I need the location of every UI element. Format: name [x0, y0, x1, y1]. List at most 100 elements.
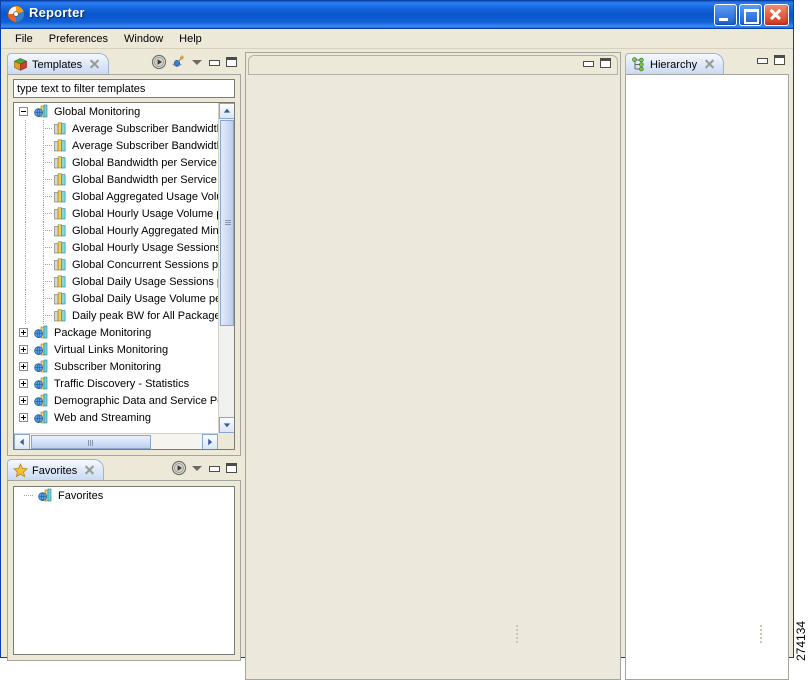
scroll-up-button[interactable]: [219, 103, 234, 119]
tree-row-label: Daily peak BW for All Packages: [72, 309, 218, 322]
tab-hierarchy[interactable]: Hierarchy: [625, 53, 725, 75]
tree-indent: [16, 239, 34, 256]
favorites-view-body: Favorites: [7, 480, 241, 661]
menu-file[interactable]: File: [7, 31, 41, 47]
expand-icon[interactable]: [19, 379, 28, 388]
scroll-right-button[interactable]: [202, 434, 218, 449]
tree-row[interactable]: Subscriber Monitoring: [14, 358, 218, 375]
maximize-icon[interactable]: [225, 56, 238, 69]
menu-help[interactable]: Help: [171, 31, 210, 47]
tree-expander[interactable]: [16, 409, 34, 426]
vscroll-thumb[interactable]: [220, 120, 234, 326]
close-icon[interactable]: [89, 59, 100, 70]
tree-row[interactable]: Global Aggregated Usage Volume: [14, 188, 218, 205]
tree-expander[interactable]: [16, 324, 34, 341]
search-input[interactable]: [13, 79, 235, 98]
templates-tab-row: Templates: [7, 52, 241, 75]
close-icon[interactable]: [84, 465, 95, 476]
report-chart-icon: [52, 155, 68, 170]
window-maximize-button[interactable]: [739, 4, 762, 26]
tree-row[interactable]: Global Daily Usage Sessions pe: [14, 273, 218, 290]
tree-expander[interactable]: [16, 341, 34, 358]
tree-row[interactable]: Favorites: [14, 487, 234, 504]
run-report-icon[interactable]: [151, 54, 167, 70]
expand-icon[interactable]: [19, 413, 28, 422]
reporter-app-icon: [7, 5, 25, 23]
tree-indent: [16, 137, 34, 154]
expand-icon[interactable]: [19, 396, 28, 405]
tree-row[interactable]: Global Hourly Aggregated Minu: [14, 222, 218, 239]
expand-icon[interactable]: [19, 328, 28, 337]
minimize-icon[interactable]: [582, 57, 595, 70]
hierarchy-view-body[interactable]: [625, 74, 789, 680]
templates-tree[interactable]: Global Monitoring Average Subscriber Band…: [13, 102, 235, 450]
tree-row[interactable]: Demographic Data and Service Po: [14, 392, 218, 409]
tab-templates[interactable]: Templates: [7, 53, 110, 75]
tree-row[interactable]: Global Concurrent Sessions pe: [14, 256, 218, 273]
tree-row[interactable]: Global Daily Usage Volume per: [14, 290, 218, 307]
maximize-icon[interactable]: [225, 462, 238, 475]
tree-indent: [16, 120, 34, 137]
tab-favorites[interactable]: Favorites: [7, 459, 105, 481]
group-globe-icon: [38, 488, 54, 503]
tree-row[interactable]: Global Hourly Usage Volume per: [14, 205, 218, 222]
favorites-view: Favorites Favorites: [7, 458, 241, 661]
tree-indent: [16, 222, 34, 239]
tree-indent: [34, 307, 52, 324]
collapse-icon[interactable]: [19, 107, 28, 116]
menu-preferences[interactable]: Preferences: [41, 31, 116, 47]
report-chart-icon: [52, 257, 68, 272]
minimize-icon[interactable]: [208, 462, 221, 475]
tree-row[interactable]: Global Bandwidth per Service: [14, 154, 218, 171]
editor-canvas[interactable]: [247, 76, 619, 678]
run-report-icon[interactable]: [171, 460, 187, 476]
close-icon[interactable]: [704, 59, 715, 70]
minimize-icon[interactable]: [208, 56, 221, 69]
view-menu-icon[interactable]: [191, 462, 204, 475]
tree-row-label: Favorites: [58, 489, 104, 502]
minimize-icon[interactable]: [756, 54, 769, 67]
tree-row[interactable]: Global Bandwidth per Service: [14, 171, 218, 188]
new-report-icon[interactable]: [171, 54, 187, 70]
favorites-tree[interactable]: Favorites: [13, 486, 235, 655]
expand-icon[interactable]: [19, 345, 28, 354]
tree-row[interactable]: Average Subscriber Bandwidth: [14, 120, 218, 137]
tree-row[interactable]: Traffic Discovery - Statistics: [14, 375, 218, 392]
window-close-button[interactable]: [764, 4, 789, 26]
tree-expander[interactable]: [16, 392, 34, 409]
tree-expander[interactable]: [16, 103, 34, 120]
report-chart-icon: [52, 274, 68, 289]
maximize-icon[interactable]: [599, 57, 612, 70]
tree-row[interactable]: Web and Streaming: [14, 409, 218, 426]
templates-cube-icon: [13, 57, 28, 72]
window-minimize-button[interactable]: [714, 4, 737, 26]
templates-tree-vscrollbar[interactable]: [218, 103, 234, 433]
expand-icon[interactable]: [19, 362, 28, 371]
favorites-tree-viewport: Favorites: [14, 487, 234, 654]
favorites-tab-row: Favorites: [7, 458, 241, 481]
maximize-icon[interactable]: [773, 54, 786, 67]
tree-row[interactable]: Daily peak BW for All Packages: [14, 307, 218, 324]
tree-row[interactable]: Virtual Links Monitoring: [14, 341, 218, 358]
menu-bar: File Preferences Window Help: [1, 29, 793, 49]
tree-row-label: Average Subscriber Bandwidth: [72, 122, 218, 135]
tree-row[interactable]: Global Hourly Usage Sessions: [14, 239, 218, 256]
sash-grip-icon[interactable]: [760, 625, 763, 647]
tree-expander[interactable]: [16, 375, 34, 392]
window-controls: [714, 4, 789, 26]
tree-indent: [34, 256, 52, 273]
tree-row[interactable]: Package Monitoring: [14, 324, 218, 341]
scroll-left-button[interactable]: [14, 434, 30, 449]
templates-tree-hscrollbar[interactable]: [14, 433, 218, 449]
tree-indent: [34, 188, 52, 205]
hierarchy-tree-icon: [631, 57, 646, 72]
tree-expander[interactable]: [16, 358, 34, 375]
view-menu-icon[interactable]: [191, 56, 204, 69]
hscroll-thumb[interactable]: [31, 435, 151, 449]
tree-row[interactable]: Average Subscriber Bandwidth: [14, 137, 218, 154]
tree-row[interactable]: Global Monitoring: [14, 103, 218, 120]
menu-window[interactable]: Window: [116, 31, 171, 47]
sash-grip-icon[interactable]: [516, 625, 519, 647]
hierarchy-view-toolbar: [756, 54, 786, 67]
scroll-down-button[interactable]: [219, 417, 234, 433]
